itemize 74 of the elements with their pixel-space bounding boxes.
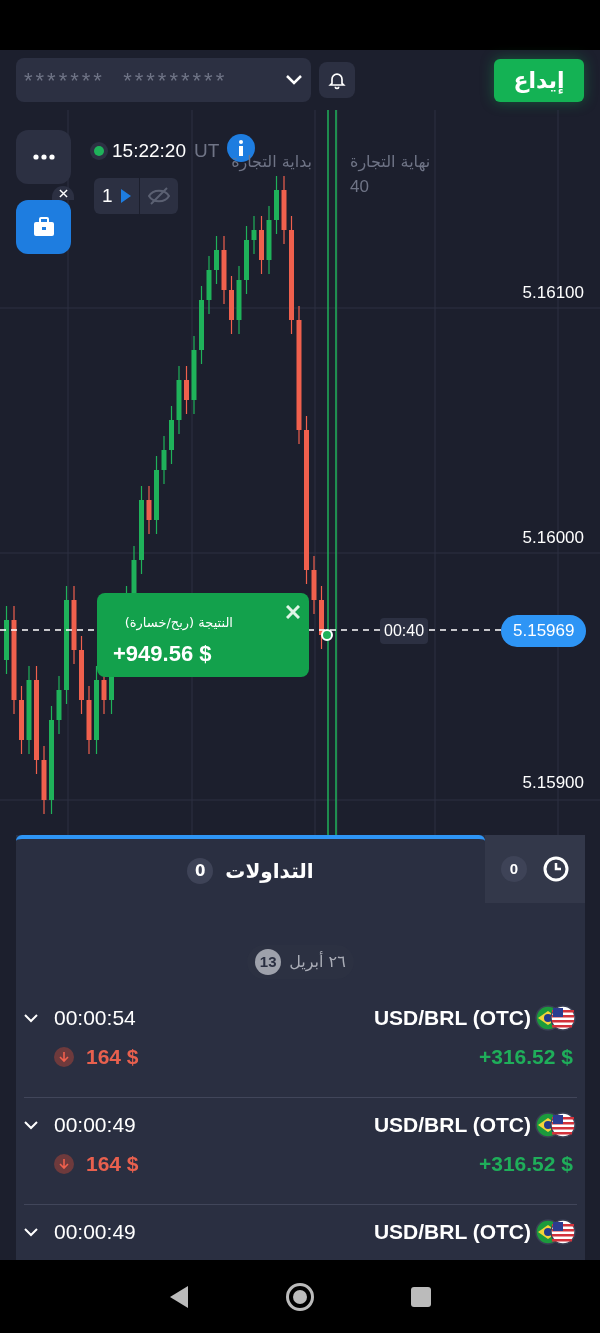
expiry-count: 1: [101, 183, 114, 208]
profit-amount: +316.52 $: [479, 1151, 574, 1178]
profit-amount: +316.52 $: [479, 1044, 574, 1071]
price-axis-label: 5.15900: [522, 772, 584, 794]
candle: [176, 365, 182, 435]
stake-amount: 164 $: [86, 1151, 139, 1178]
pending-tab[interactable]: 0: [485, 835, 585, 903]
candle: [4, 605, 9, 675]
trade-duration: 00:00:49: [54, 1112, 136, 1139]
count-badge: 0: [187, 858, 214, 884]
bell-icon: [327, 70, 347, 90]
close-icon[interactable]: [286, 605, 300, 619]
chevron-down-icon[interactable]: [24, 1227, 38, 1237]
candle: [221, 235, 227, 305]
asset-name: USD/BRL (OTC): [373, 1005, 531, 1032]
close-icon: [58, 188, 68, 198]
candle: [251, 215, 257, 255]
candle: [281, 175, 287, 245]
flag-pair-icon: [535, 1112, 577, 1138]
briefcase-icon: [32, 217, 55, 237]
price-axis-label: 5.16100: [522, 282, 584, 304]
price-axis-label: 5.16000: [522, 527, 584, 549]
chevron-down-icon: [285, 74, 303, 86]
candle: [56, 675, 62, 735]
chevron-down-icon[interactable]: [24, 1013, 38, 1023]
portfolio-button[interactable]: [16, 200, 71, 254]
more-button[interactable]: [16, 130, 71, 184]
candle: [311, 555, 317, 615]
entry-point-icon: [321, 629, 333, 641]
flag-pair-icon: [535, 1005, 577, 1031]
trade-end-label: نهاية التجارة: [350, 151, 431, 174]
trade-end-value: 40: [350, 176, 370, 198]
candle: [169, 405, 174, 465]
candle: [259, 215, 264, 275]
asset-name: USD/BRL (OTC): [373, 1112, 531, 1139]
candle: [146, 485, 152, 535]
candle: [206, 255, 212, 315]
hidden-eye-icon: [147, 187, 170, 205]
candle: [19, 685, 24, 755]
server-time: 15:22:20: [112, 139, 186, 163]
clock-icon: [543, 856, 569, 882]
candle: [86, 685, 92, 755]
chevron-down-icon[interactable]: [24, 1120, 38, 1130]
stake-amount: 164 $: [86, 1044, 139, 1071]
candle: [161, 435, 167, 485]
candle: [184, 365, 189, 415]
trade-duration: 00:00:54: [54, 1005, 136, 1032]
result-label: النتيجة (ربح/خسارة): [123, 614, 234, 633]
candle: [274, 175, 279, 235]
ellipsis-icon: [32, 154, 55, 160]
masked-balance: ******* *********: [24, 66, 228, 95]
notifications-button[interactable]: [319, 62, 355, 98]
candle: [41, 745, 47, 815]
play-icon: [120, 189, 131, 203]
day-badge: 13: [255, 949, 282, 975]
trade-duration: 00:00:49: [54, 1219, 136, 1246]
expiry-control[interactable]: 1: [94, 178, 178, 214]
candle: [214, 235, 219, 285]
current-price-badge: 5.15969: [501, 615, 587, 647]
timezone-label: UT: [193, 139, 220, 163]
countdown-badge: 00:40: [380, 618, 429, 644]
trade-start-label: بداية التجارة: [231, 151, 312, 174]
candle: [236, 265, 242, 335]
flag-pair-icon: [535, 1219, 577, 1245]
candle: [229, 275, 234, 335]
recents-icon[interactable]: [410, 1285, 433, 1308]
home-icon[interactable]: [285, 1281, 315, 1312]
candle: [244, 225, 249, 295]
close-badge[interactable]: [52, 186, 74, 200]
date-label: ٢٦ أبريل: [289, 950, 346, 974]
candle: [266, 205, 272, 275]
count-badge: 0: [501, 856, 527, 882]
asset-name: USD/BRL (OTC): [373, 1219, 531, 1246]
result-amount: +949.56 $: [113, 639, 213, 668]
